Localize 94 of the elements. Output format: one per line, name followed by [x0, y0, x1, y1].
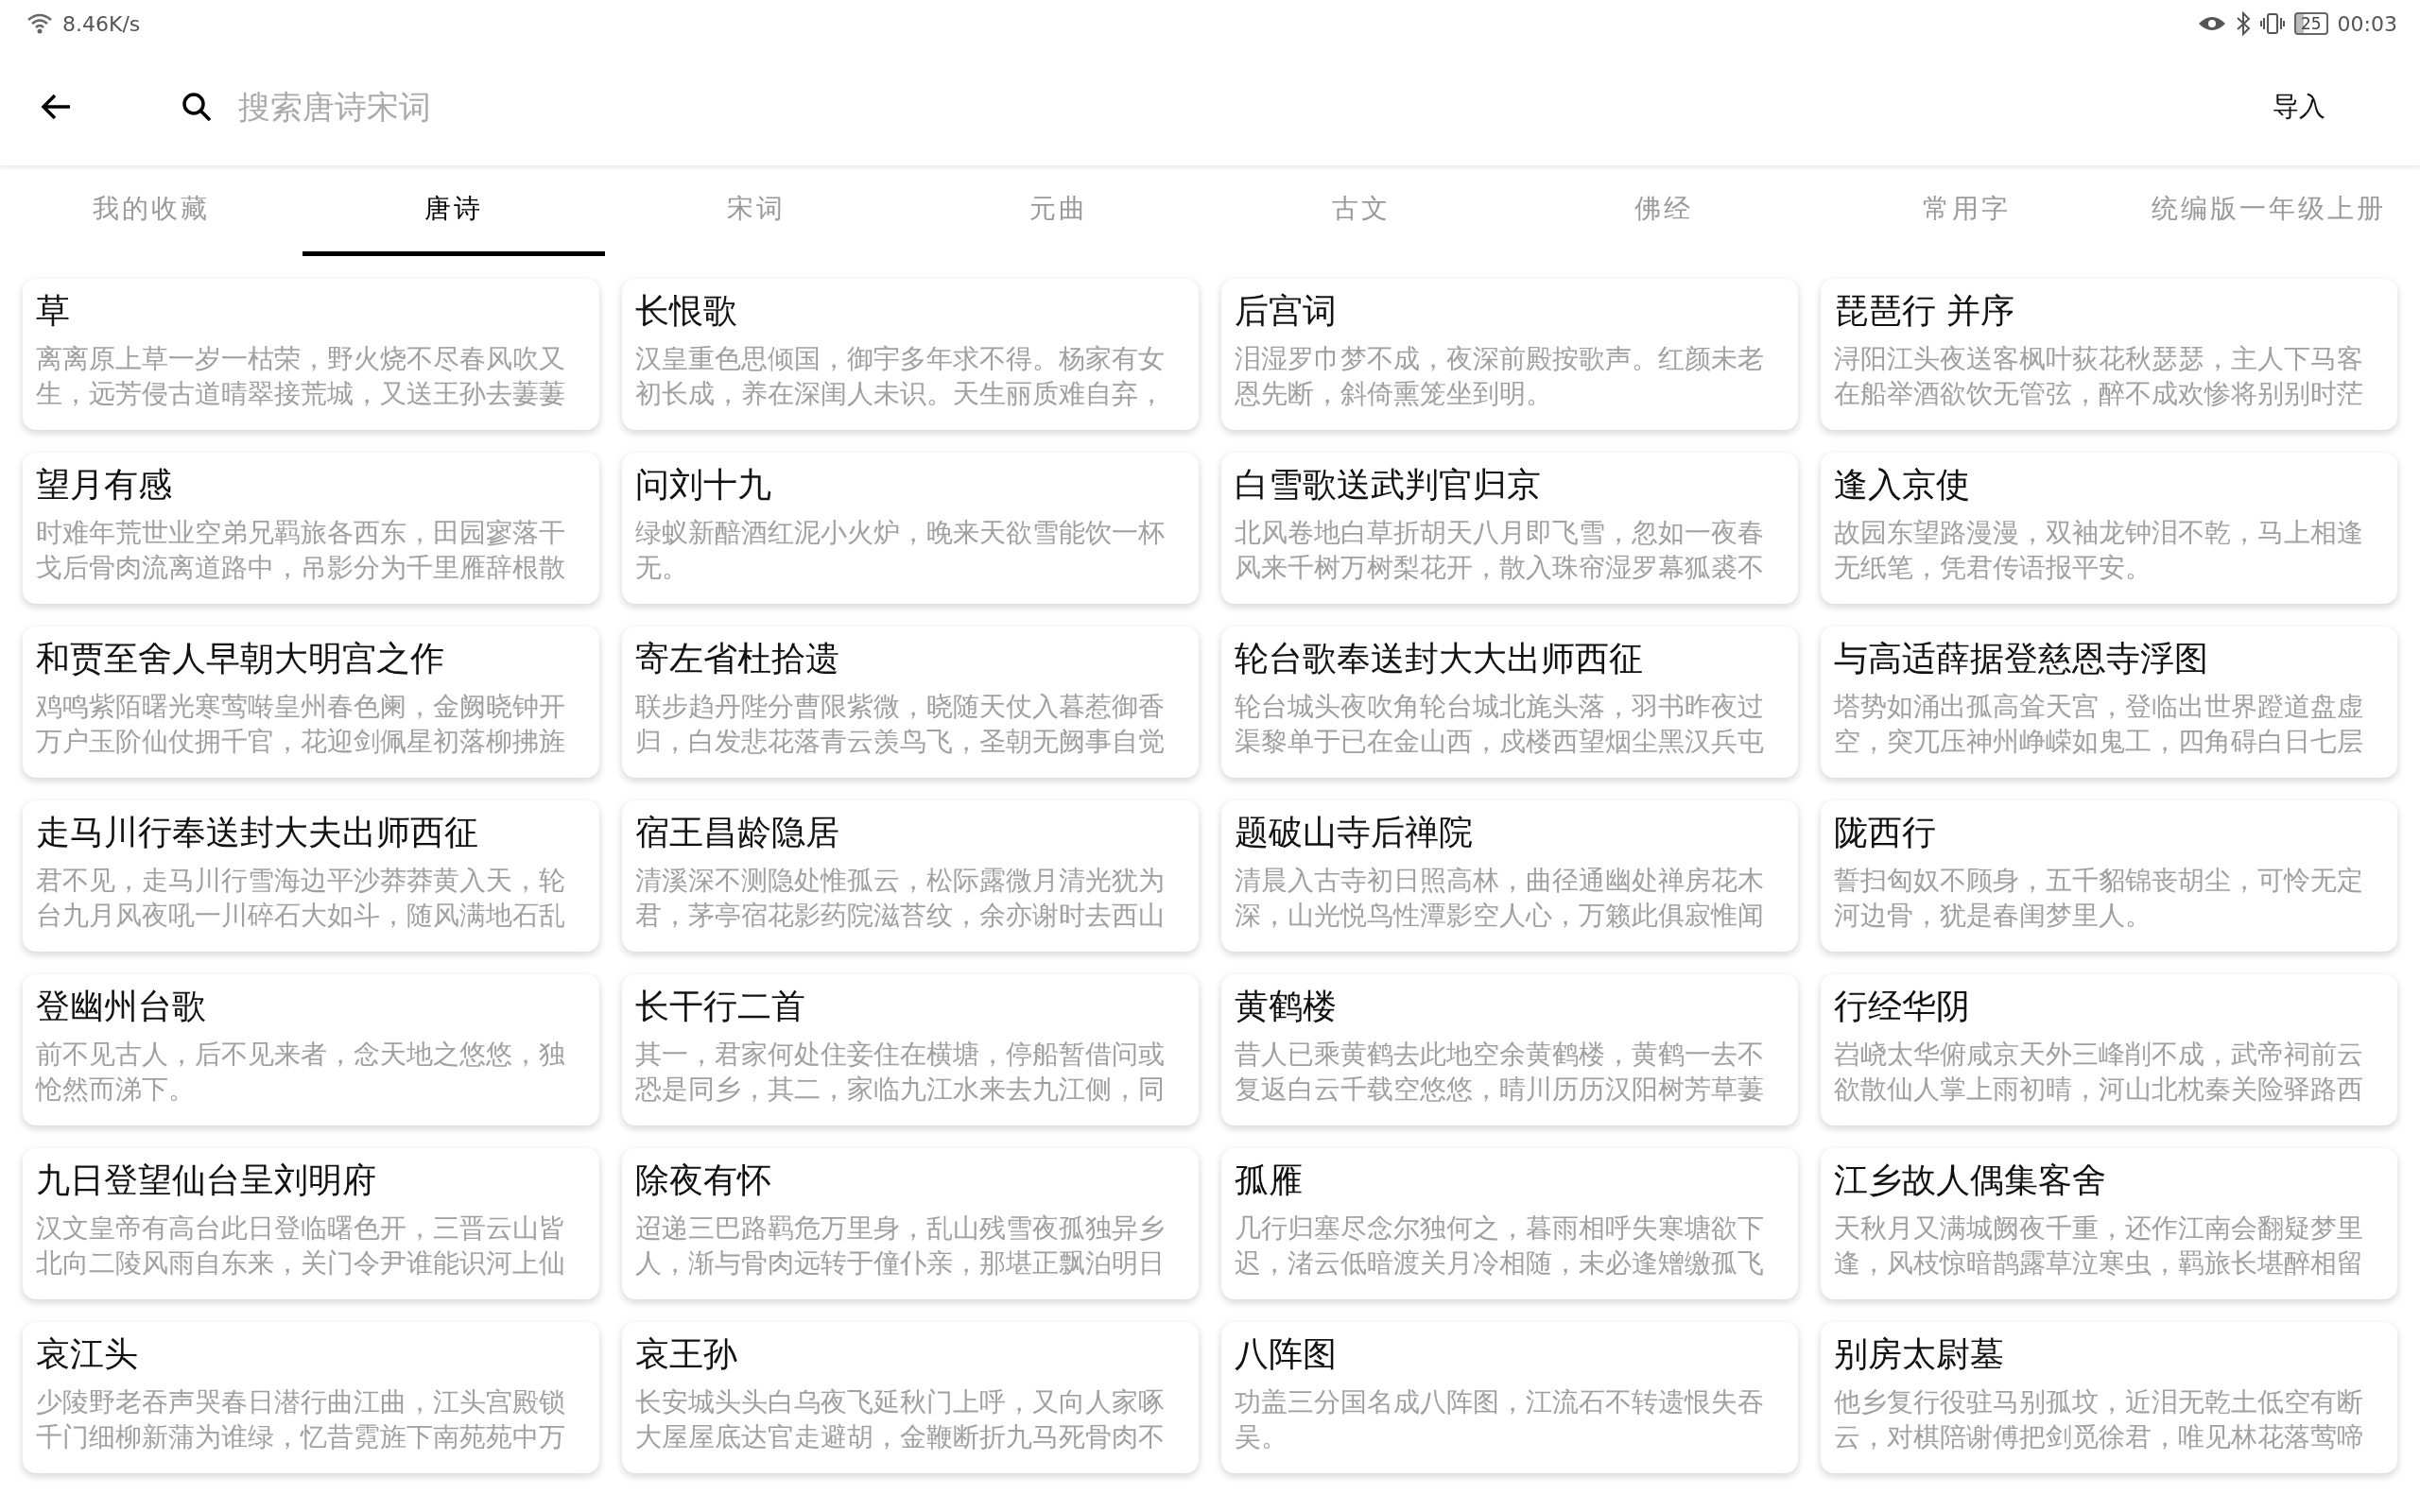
poem-title: 问刘十九 [635, 464, 772, 506]
poem-excerpt: 浔阳江头夜送客枫叶荻花秋瑟瑟，主人下马客在船举酒欲饮无管弦，醉不成欢惨将别别时茫 [1834, 342, 2363, 411]
poem-title: 别房太尉墓 [1834, 1333, 2005, 1375]
poem-card[interactable]: 行经华阴 岧峣太华俯咸京天外三峰削不成，武帝祠前云欲散仙人掌上雨初晴，河山北枕秦关险驿路西 [1821, 974, 2397, 1125]
poem-excerpt: 少陵野老吞声哭春日潜行曲江曲，江头宫殿锁千门细柳新蒲为谁绿，忆昔霓旌下南苑苑中万 [36, 1385, 565, 1454]
poem-excerpt: 清晨入古寺初日照高林，曲径通幽处禅房花木深，山光悦鸟性潭影空人心，万籁此俱寂惟闻 [1235, 864, 1764, 933]
network-speed: 8.46K/s [62, 11, 141, 36]
poem-excerpt: 清溪深不测隐处惟孤云，松际露微月清光犹为君，茅亭宿花影药院滋苔纹，余亦谢时去西山 [635, 864, 1165, 933]
battery-icon: 25 [2293, 12, 2328, 35]
poem-title: 登幽州台歌 [36, 986, 207, 1027]
poem-excerpt: 故园东望路漫漫，双袖龙钟泪不乾，马上相逢无纸笔，凭君传语报平安。 [1834, 516, 2363, 585]
poem-title: 后宫词 [1235, 290, 1338, 332]
poem-title: 白雪歌送武判官归京 [1235, 464, 1542, 506]
poem-title: 题破山寺后禅院 [1235, 812, 1474, 853]
poem-card[interactable]: 题破山寺后禅院 清晨入古寺初日照高林，曲径通幽处禅房花木深，山光悦鸟性潭影空人心，万籁此俱寂惟闻 [1221, 800, 1798, 952]
poem-card[interactable]: 九日登望仙台呈刘明府 汉文皇帝有高台此日登临曙色开，三晋云山皆北向二陵风雨自东来，关门令尹谁能识河上仙 [23, 1148, 599, 1299]
poem-title: 陇西行 [1834, 812, 1937, 853]
poem-card[interactable]: 和贾至舍人早朝大明宫之作 鸡鸣紫陌曙光寒莺啭皇州春色阑，金阙晓钟开万户玉阶仙仗拥千官，花迎剑佩星初落柳拂旌 [23, 627, 599, 778]
poem-excerpt: 鸡鸣紫陌曙光寒莺啭皇州春色阑，金阙晓钟开万户玉阶仙仗拥千官，花迎剑佩星初落柳拂旌 [36, 690, 565, 759]
poem-card[interactable]: 逢入京使 故园东望路漫漫，双袖龙钟泪不乾，马上相逢无纸笔，凭君传语报平安。 [1821, 453, 2397, 604]
poem-excerpt: 天秋月又满城阙夜千重，还作江南会翻疑梦里逢，风枝惊暗鹊露草泣寒虫，羁旅长堪醉相留 [1834, 1211, 2363, 1280]
poem-title: 九日登望仙台呈刘明府 [36, 1160, 377, 1201]
search-field[interactable]: 搜索唐诗宋词 [236, 86, 2254, 127]
poem-excerpt: 轮台城头夜吹角轮台城北旄头落，羽书昨夜过渠黎单于已在金山西，戍楼西望烟尘黑汉兵屯 [1235, 690, 1764, 759]
poem-title: 江乡故人偶集客舍 [1834, 1160, 2107, 1201]
poem-card[interactable]: 别房太尉墓 他乡复行役驻马别孤坟，近泪无乾土低空有断云，对棋陪谢傅把剑觅徐君，唯见林花落莺啼 [1821, 1322, 2397, 1473]
poem-excerpt: 其一，君家何处住妾住在横塘，停船暂借问或恐是同乡，其二，家临九江水来去九江侧，同 [635, 1038, 1165, 1107]
poem-card[interactable]: 白雪歌送武判官归京 北风卷地白草折胡天八月即飞雪，忽如一夜春风来千树万树梨花开，散入珠帘湿罗幕狐裘不 [1221, 453, 1798, 604]
poem-card[interactable]: 琵琶行 并序 浔阳江头夜送客枫叶荻花秋瑟瑟，主人下马客在船举酒欲饮无管弦，醉不成欢惨将别别时茫 [1821, 279, 2397, 430]
import-button[interactable]: 导入 [2254, 78, 2344, 134]
poem-excerpt: 离离原上草一岁一枯荣，野火烧不尽春风吹又生，远芳侵古道晴翠接荒城，又送王孙去萋萋 [36, 342, 565, 411]
poem-card[interactable]: 问刘十九 绿蚁新醅酒红泥小火炉，晚来天欲雪能饮一杯无。 [622, 453, 1199, 604]
poem-card[interactable]: 哀王孙 长安城头头白乌夜飞延秋门上呼，又向人家啄大屋屋底达官走避胡，金鞭断折九马死骨肉不 [622, 1322, 1199, 1473]
poem-card[interactable]: 哀江头 少陵野老吞声哭春日潜行曲江曲，江头宫殿锁千门细柳新蒲为谁绿，忆昔霓旌下南苑苑中万 [23, 1322, 599, 1473]
poem-title: 八阵图 [1235, 1333, 1338, 1375]
poem-card[interactable]: 与高适薛据登慈恩寺浮图 塔势如涌出孤高耸天宫，登临出世界蹬道盘虚空，突兀压神州峥嵘如鬼工，四角碍白日七层 [1821, 627, 2397, 778]
poem-card[interactable]: 宿王昌龄隐居 清溪深不测隐处惟孤云，松际露微月清光犹为君，茅亭宿花影药院滋苔纹，余亦谢时去西山 [622, 800, 1199, 952]
poem-card[interactable]: 黄鹤楼 昔人已乘黄鹤去此地空余黄鹤楼，黄鹤一去不复返白云千载空悠悠，晴川历历汉阳树芳草萋 [1221, 974, 1798, 1125]
poem-title: 望月有感 [36, 464, 173, 506]
poem-excerpt: 时难年荒世业空弟兄羁旅各西东，田园寥落干戈后骨肉流离道路中，吊影分为千里雁辞根散 [36, 516, 565, 585]
bluetooth-icon [2235, 11, 2251, 36]
poem-card[interactable]: 走马川行奉送封大夫出师西征 君不见，走马川行雪海边平沙莽莽黄入天，轮台九月风夜吼一川碎石大如斗，随风满地石乱 [23, 800, 599, 952]
poem-card[interactable]: 除夜有怀 迢递三巴路羁危万里身，乱山残雪夜孤独异乡人，渐与骨肉远转于僮仆亲，那堪正飘泊明日 [622, 1148, 1199, 1299]
poem-title: 黄鹤楼 [1235, 986, 1338, 1027]
vibrate-icon [2259, 12, 2285, 35]
poem-title: 逢入京使 [1834, 464, 1971, 506]
poem-card[interactable]: 陇西行 誓扫匈奴不顾身，五千貂锦丧胡尘，可怜无定河边骨，犹是春闺梦里人。 [1821, 800, 2397, 952]
poem-title: 孤雁 [1235, 1160, 1304, 1201]
category-tab[interactable]: 唐诗 [302, 165, 605, 256]
poem-excerpt: 前不见古人，后不见来者，念天地之悠悠，独怆然而涕下。 [36, 1038, 565, 1107]
clock: 00:03 [2337, 11, 2397, 36]
poem-card[interactable]: 江乡故人偶集客舍 天秋月又满城阙夜千重，还作江南会翻疑梦里逢，风枝惊暗鹊露草泣寒虫，羁旅长堪醉相留 [1821, 1148, 2397, 1299]
poem-title: 寄左省杜拾遗 [635, 638, 840, 679]
poem-excerpt: 昔人已乘黄鹤去此地空余黄鹤楼，黄鹤一去不复返白云千载空悠悠，晴川历历汉阳树芳草萋 [1235, 1038, 1764, 1107]
poem-card[interactable]: 登幽州台歌 前不见古人，后不见来者，念天地之悠悠，独怆然而涕下。 [23, 974, 599, 1125]
poem-excerpt: 绿蚁新醅酒红泥小火炉，晚来天欲雪能饮一杯无。 [635, 516, 1165, 585]
poem-card[interactable]: 孤雁 几行归塞尽念尔独何之，暮雨相呼失寒塘欲下迟，渚云低暗渡关月冷相随，未必逢矰缴孤飞 [1221, 1148, 1798, 1299]
eye-icon [2197, 14, 2226, 33]
poem-excerpt: 泪湿罗巾梦不成，夜深前殿按歌声。红颜未老恩先断，斜倚熏笼坐到明。 [1235, 342, 1764, 411]
poem-title: 长恨歌 [635, 290, 738, 332]
poem-card[interactable]: 望月有感 时难年荒世业空弟兄羁旅各西东，田园寥落干戈后骨肉流离道路中，吊影分为千里雁辞根散 [23, 453, 599, 604]
poem-card[interactable]: 长干行二首 其一，君家何处住妾住在横塘，停船暂借问或恐是同乡，其二，家临九江水来去九江侧，同 [622, 974, 1199, 1125]
poem-excerpt: 汉文皇帝有高台此日登临曙色开，三晋云山皆北向二陵风雨自东来，关门令尹谁能识河上仙 [36, 1211, 565, 1280]
poem-title: 琵琶行 并序 [1834, 290, 2016, 332]
poem-excerpt: 他乡复行役驻马别孤坟，近泪无乾土低空有断云，对棋陪谢傅把剑觅徐君，唯见林花落莺啼 [1834, 1385, 2363, 1454]
poem-excerpt: 功盖三分国名成八阵图，江流石不转遗恨失吞吴。 [1235, 1385, 1764, 1454]
poem-card[interactable]: 草 离离原上草一岁一枯荣，野火烧不尽春风吹又生，远芳侵古道晴翠接荒城，又送王孙去萋萋 [23, 279, 599, 430]
poem-card[interactable]: 轮台歌奉送封大大出师西征 轮台城头夜吹角轮台城北旄头落，羽书昨夜过渠黎单于已在金山西，戍楼西望烟尘黑汉兵屯 [1221, 627, 1798, 778]
wifi-icon [26, 12, 53, 35]
poem-excerpt: 塔势如涌出孤高耸天宫，登临出世界蹬道盘虚空，突兀压神州峥嵘如鬼工，四角碍白日七层 [1834, 690, 2363, 759]
poem-title: 行经华阴 [1834, 986, 1971, 1027]
poem-excerpt: 几行归塞尽念尔独何之，暮雨相呼失寒塘欲下迟，渚云低暗渡关月冷相随，未必逢矰缴孤飞 [1235, 1211, 1764, 1280]
poem-title: 宿王昌龄隐居 [635, 812, 840, 853]
poem-title: 走马川行奉送封大夫出师西征 [36, 812, 479, 853]
poem-excerpt: 联步趋丹陛分曹限紫微，晓随天仗入暮惹御香归，白发悲花落青云羡鸟飞，圣朝无阙事自觉 [635, 690, 1165, 759]
poem-title: 长干行二首 [635, 986, 806, 1027]
poem-card[interactable]: 八阵图 功盖三分国名成八阵图，江流石不转遗恨失吞吴。 [1221, 1322, 1798, 1473]
poem-excerpt: 君不见，走马川行雪海边平沙莽莽黄入天，轮台九月风夜吼一川碎石大如斗，随风满地石乱 [36, 864, 565, 933]
poem-title: 除夜有怀 [635, 1160, 772, 1201]
poem-title: 草 [36, 290, 71, 332]
poem-title: 哀江头 [36, 1333, 139, 1375]
poem-excerpt: 汉皇重色思倾国，御宇多年求不得。杨家有女初长成，养在深闺人未识。天生丽质难自弃， [635, 342, 1165, 411]
poem-title: 与高适薛据登慈恩寺浮图 [1834, 638, 2209, 679]
poem-card[interactable]: 寄左省杜拾遗 联步趋丹陛分曹限紫微，晓随天仗入暮惹御香归，白发悲花落青云羡鸟飞，圣朝无阙事自觉 [622, 627, 1199, 778]
poem-excerpt: 北风卷地白草折胡天八月即飞雪，忽如一夜春风来千树万树梨花开，散入珠帘湿罗幕狐裘不 [1235, 516, 1764, 585]
poem-title: 哀王孙 [635, 1333, 738, 1375]
poem-excerpt: 岧峣太华俯咸京天外三峰削不成，武帝祠前云欲散仙人掌上雨初晴，河山北枕秦关险驿路西 [1834, 1038, 2363, 1107]
poem-title: 和贾至舍人早朝大明宫之作 [36, 638, 445, 679]
poem-title: 轮台歌奉送封大大出师西征 [1235, 638, 1644, 679]
poem-card[interactable]: 后宫词 泪湿罗巾梦不成，夜深前殿按歌声。红颜未老恩先断，斜倚熏笼坐到明。 [1221, 279, 1798, 430]
poem-excerpt: 迢递三巴路羁危万里身，乱山残雪夜孤独异乡人，渐与骨肉远转于僮仆亲，那堪正飘泊明日 [635, 1211, 1165, 1280]
poem-excerpt: 誓扫匈奴不顾身，五千貂锦丧胡尘，可怜无定河边骨，犹是春闺梦里人。 [1834, 864, 2363, 933]
poem-excerpt: 长安城头头白乌夜飞延秋门上呼，又向人家啄大屋屋底达官走避胡，金鞭断折九马死骨肉不 [635, 1385, 1165, 1454]
poem-card[interactable]: 长恨歌 汉皇重色思倾国，御宇多年求不得。杨家有女初长成，养在深闺人未识。天生丽质难自弃， [622, 279, 1199, 430]
